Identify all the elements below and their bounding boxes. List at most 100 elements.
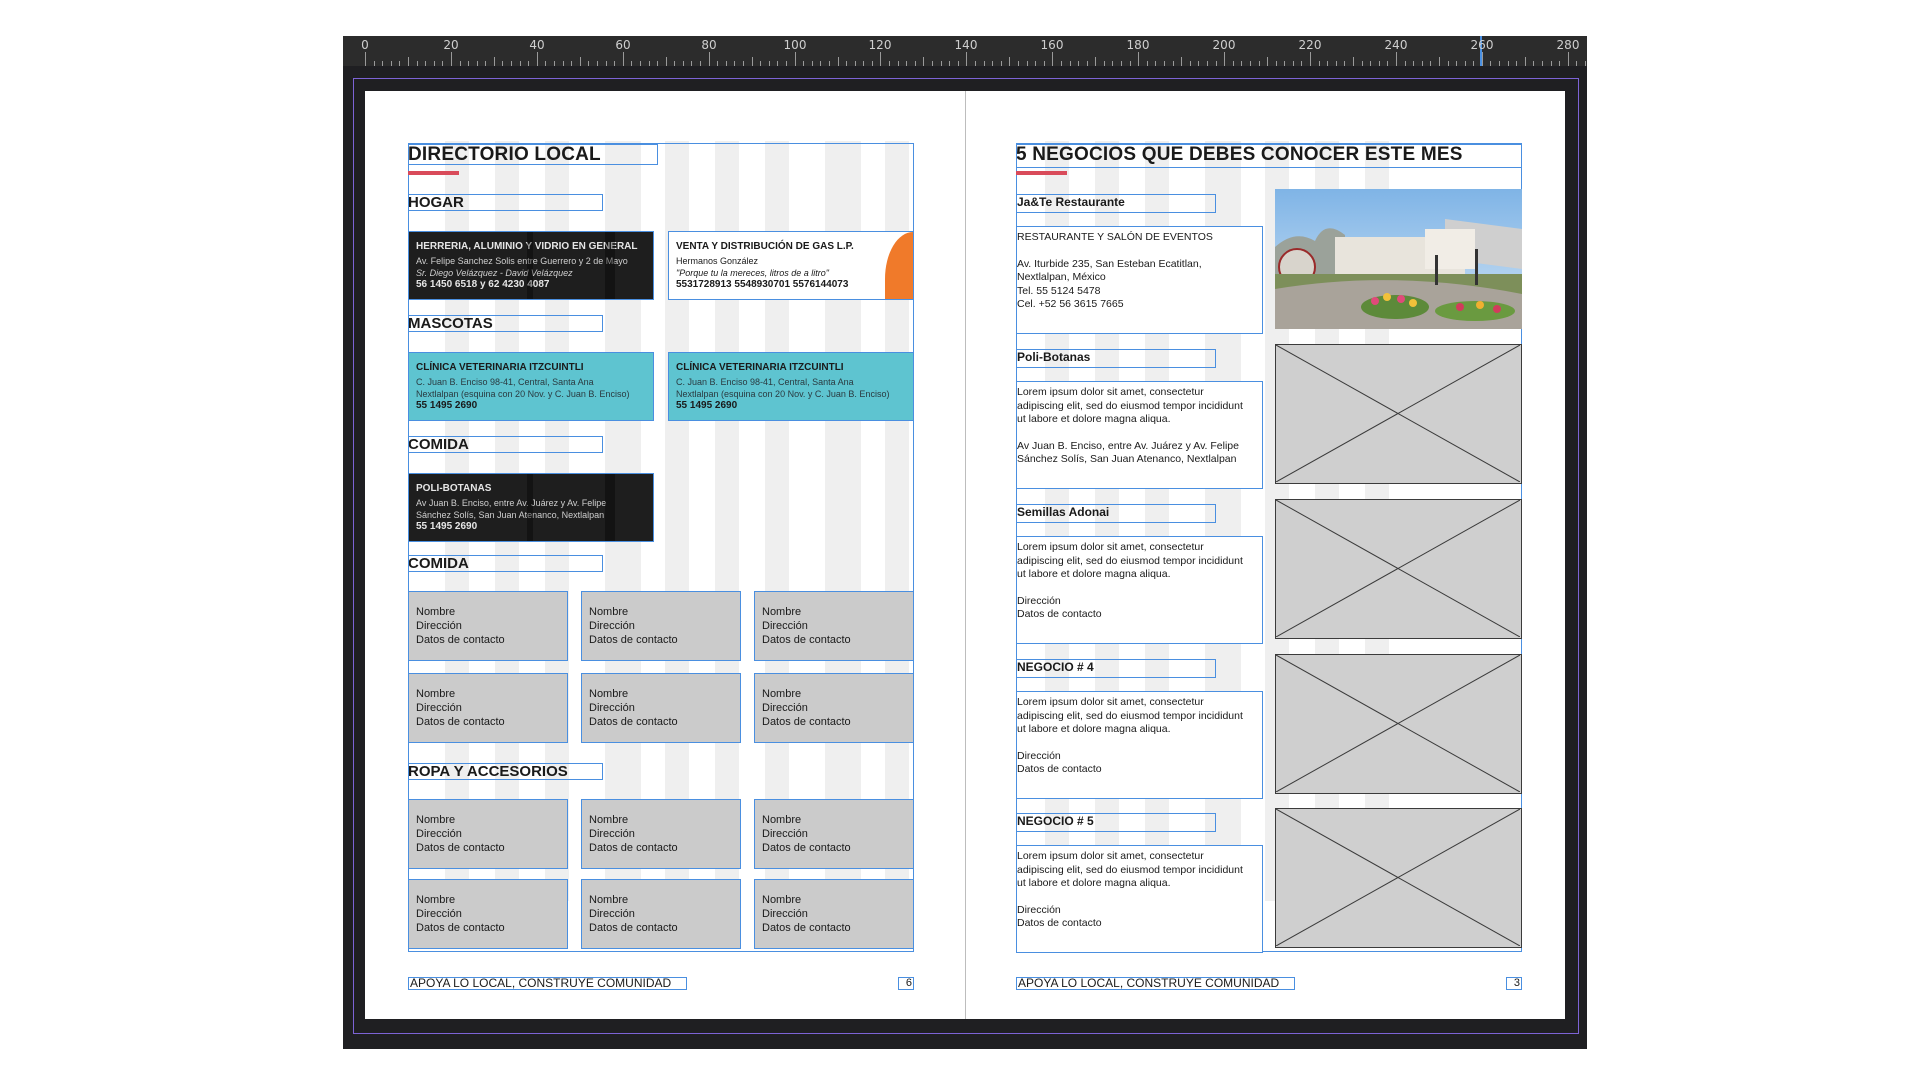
placeholder-listing-card[interactable]: Nombre Dirección Datos de contacto xyxy=(754,799,914,869)
placeholder-address: Dirección xyxy=(416,908,462,920)
placeholder-address: Dirección xyxy=(416,620,462,632)
business-name[interactable]: Poli-Botanas xyxy=(1016,349,1216,368)
page-footer[interactable]: APOYA LO LOCAL, CONSTRUYE COMUNIDAD xyxy=(408,977,687,990)
card-poli-botanas[interactable]: POLI-BOTANAS Av Juan B. Enciso, entre Av… xyxy=(408,473,654,542)
business-text-line: Dirección xyxy=(1017,594,1061,607)
ruler-tick xyxy=(1181,57,1182,66)
card-title: VENTA Y DISTRIBUCIÓN DE GAS L.P. xyxy=(676,241,854,252)
placeholder-listing-card[interactable]: Nombre Dirección Datos de contacto xyxy=(581,673,741,743)
business-text-line: adipiscing elit, sed do eiusmod tempor i… xyxy=(1017,399,1243,412)
business-text-line: adipiscing elit, sed do eiusmod tempor i… xyxy=(1017,863,1243,876)
business-text-line: Nextlalpan, México xyxy=(1017,271,1106,283)
placeholder-listing-card[interactable]: Nombre Dirección Datos de contacto xyxy=(581,799,741,869)
business-text-line: Dirección xyxy=(1017,749,1061,762)
placeholder-name: Nombre xyxy=(589,688,629,700)
placeholder-listing-card[interactable]: Nombre Dirección Datos de contacto xyxy=(408,591,568,661)
image-stripe xyxy=(605,474,615,541)
document-canvas[interactable]: DIRECTORIO LOCAL HOGAR HERRERIA, ALUMINI… xyxy=(343,66,1587,1049)
card-vet-2[interactable]: CLÍNICA VETERINARIA ITZCUINTLI C. Juan B… xyxy=(668,352,914,421)
image-stripe xyxy=(527,474,533,541)
business-text-line: Av Juan B. Enciso, entre Av. Juárez y Av… xyxy=(1017,439,1239,452)
placeholder-name: Nombre xyxy=(589,606,629,618)
placeholder-listing-card[interactable]: Nombre Dirección Datos de contacto xyxy=(408,879,568,949)
image-placeholder-frame[interactable] xyxy=(1275,808,1522,948)
empty-image-cross-icon xyxy=(1276,655,1520,792)
ruler-tick xyxy=(838,57,839,66)
placeholder-listing-card[interactable]: Nombre Dirección Datos de contacto xyxy=(754,879,914,949)
placeholder-address: Dirección xyxy=(762,828,808,840)
card-vet-1[interactable]: CLÍNICA VETERINARIA ITZCUINTLI C. Juan B… xyxy=(408,352,654,421)
placeholder-listing-card[interactable]: Nombre Dirección Datos de contacto xyxy=(754,591,914,661)
ruler-tick xyxy=(1439,57,1440,66)
ruler-label: 200 xyxy=(1212,38,1236,52)
business-name[interactable]: NEGOCIO # 5 xyxy=(1016,813,1216,832)
business-description[interactable]: Lorem ipsum dolor sit amet, consectetur a… xyxy=(1016,691,1263,799)
business-text-line: ut labore et dolore magna aliqua. xyxy=(1017,723,1171,735)
card-herreria[interactable]: HERRERIA, ALUMINIO Y VIDRIO EN GENERAL A… xyxy=(408,231,654,300)
ruler-tick xyxy=(966,52,967,66)
ruler-tick xyxy=(1138,52,1139,66)
empty-image-cross-icon xyxy=(1276,500,1520,637)
placeholder-contact: Datos de contacto xyxy=(589,716,678,728)
page-number[interactable]: 6 xyxy=(898,977,914,990)
page-number[interactable]: 3 xyxy=(1506,977,1522,990)
placeholder-name: Nombre xyxy=(589,814,629,826)
placeholder-name: Nombre xyxy=(416,688,456,700)
ruler-tick xyxy=(1525,57,1526,66)
business-name[interactable]: NEGOCIO # 4 xyxy=(1016,659,1216,678)
ruler-tick xyxy=(1224,52,1225,66)
title-accent-bar xyxy=(1016,171,1067,175)
ruler-label: 240 xyxy=(1384,38,1408,52)
business-name[interactable]: Semillas Adonai xyxy=(1016,504,1216,523)
ruler-tick xyxy=(537,52,538,66)
ruler-label: 220 xyxy=(1298,38,1322,52)
business-text-line: Datos de contacto xyxy=(1017,917,1102,929)
business-description[interactable]: Lorem ipsum dolor sit amet, consectetur a… xyxy=(1016,381,1263,489)
card-address: C. Juan B. Enciso 98-41, Central, Santa … xyxy=(676,377,854,387)
placeholder-name: Nombre xyxy=(762,894,802,906)
horizontal-ruler[interactable]: 0 20 40 60 80 100 120 140 160 180 200 220 240 260 280 xyxy=(343,36,1587,66)
placeholder-contact: Datos de contacto xyxy=(416,922,505,934)
image-placeholder-frame[interactable] xyxy=(1275,654,1522,794)
business-text-line: Sánchez Solís, San Juan Atenanco, Nextla… xyxy=(1017,453,1237,465)
business-text-line: adipiscing elit, sed do eiusmod tempor i… xyxy=(1017,709,1243,722)
placeholder-listing-card[interactable]: Nombre Dirección Datos de contacto xyxy=(581,879,741,949)
placeholder-listing-card[interactable]: Nombre Dirección Datos de contacto xyxy=(408,673,568,743)
business-text-line: adipiscing elit, sed do eiusmod tempor i… xyxy=(1017,554,1243,567)
placeholder-contact: Datos de contacto xyxy=(589,634,678,646)
placeholder-name: Nombre xyxy=(762,606,802,618)
placeholder-listing-card[interactable]: Nombre Dirección Datos de contacto xyxy=(408,799,568,869)
ruler-label: 100 xyxy=(783,38,807,52)
ruler-tick xyxy=(451,52,452,66)
ruler-label: 260 xyxy=(1470,38,1494,52)
ruler-label: 280 xyxy=(1556,38,1580,52)
business-description[interactable]: RESTAURANTE Y SALÓN DE EVENTOS Av. Iturbi… xyxy=(1016,226,1263,334)
placeholder-address: Dirección xyxy=(589,908,635,920)
page-footer[interactable]: APOYA LO LOCAL, CONSTRUYE COMUNIDAD xyxy=(1016,977,1295,990)
business-description[interactable]: Lorem ipsum dolor sit amet, consectetur a… xyxy=(1016,845,1263,953)
business-text-line: Datos de contacto xyxy=(1017,763,1102,775)
section-frame xyxy=(408,555,603,572)
ruler-label: 180 xyxy=(1126,38,1150,52)
placeholder-address: Dirección xyxy=(589,620,635,632)
business-description[interactable]: Lorem ipsum dolor sit amet, consectetur a… xyxy=(1016,536,1263,644)
image-placeholder-frame[interactable] xyxy=(1275,499,1522,639)
placeholder-address: Dirección xyxy=(762,620,808,632)
page-spread: DIRECTORIO LOCAL HOGAR HERRERIA, ALUMINI… xyxy=(365,91,1565,1019)
card-slogan: "Porque tu la mereces, litros de a litro… xyxy=(676,268,829,278)
image-placeholder-frame[interactable] xyxy=(1275,344,1522,484)
empty-image-cross-icon xyxy=(1276,809,1520,946)
card-gas[interactable]: VENTA Y DISTRIBUCIÓN DE GAS L.P. Hermano… xyxy=(668,231,914,300)
restaurant-photo[interactable] xyxy=(1275,189,1522,329)
card-address-detail: Nextlalpan (esquina con 20 Nov. y C. Jua… xyxy=(676,389,890,399)
placeholder-listing-card[interactable]: Nombre Dirección Datos de contacto xyxy=(581,591,741,661)
ruler-label: 140 xyxy=(954,38,978,52)
business-name[interactable]: Ja&Te Restaurante xyxy=(1016,194,1216,213)
ruler-label: 20 xyxy=(443,38,459,52)
card-address-detail: Nextlalpan (esquina con 20 Nov. y C. Jua… xyxy=(416,389,630,399)
text-spacer xyxy=(1017,582,1262,595)
placeholder-listing-card[interactable]: Nombre Dirección Datos de contacto xyxy=(754,673,914,743)
text-spacer xyxy=(1017,737,1262,750)
section-frame xyxy=(408,315,603,332)
placeholder-name: Nombre xyxy=(416,814,456,826)
